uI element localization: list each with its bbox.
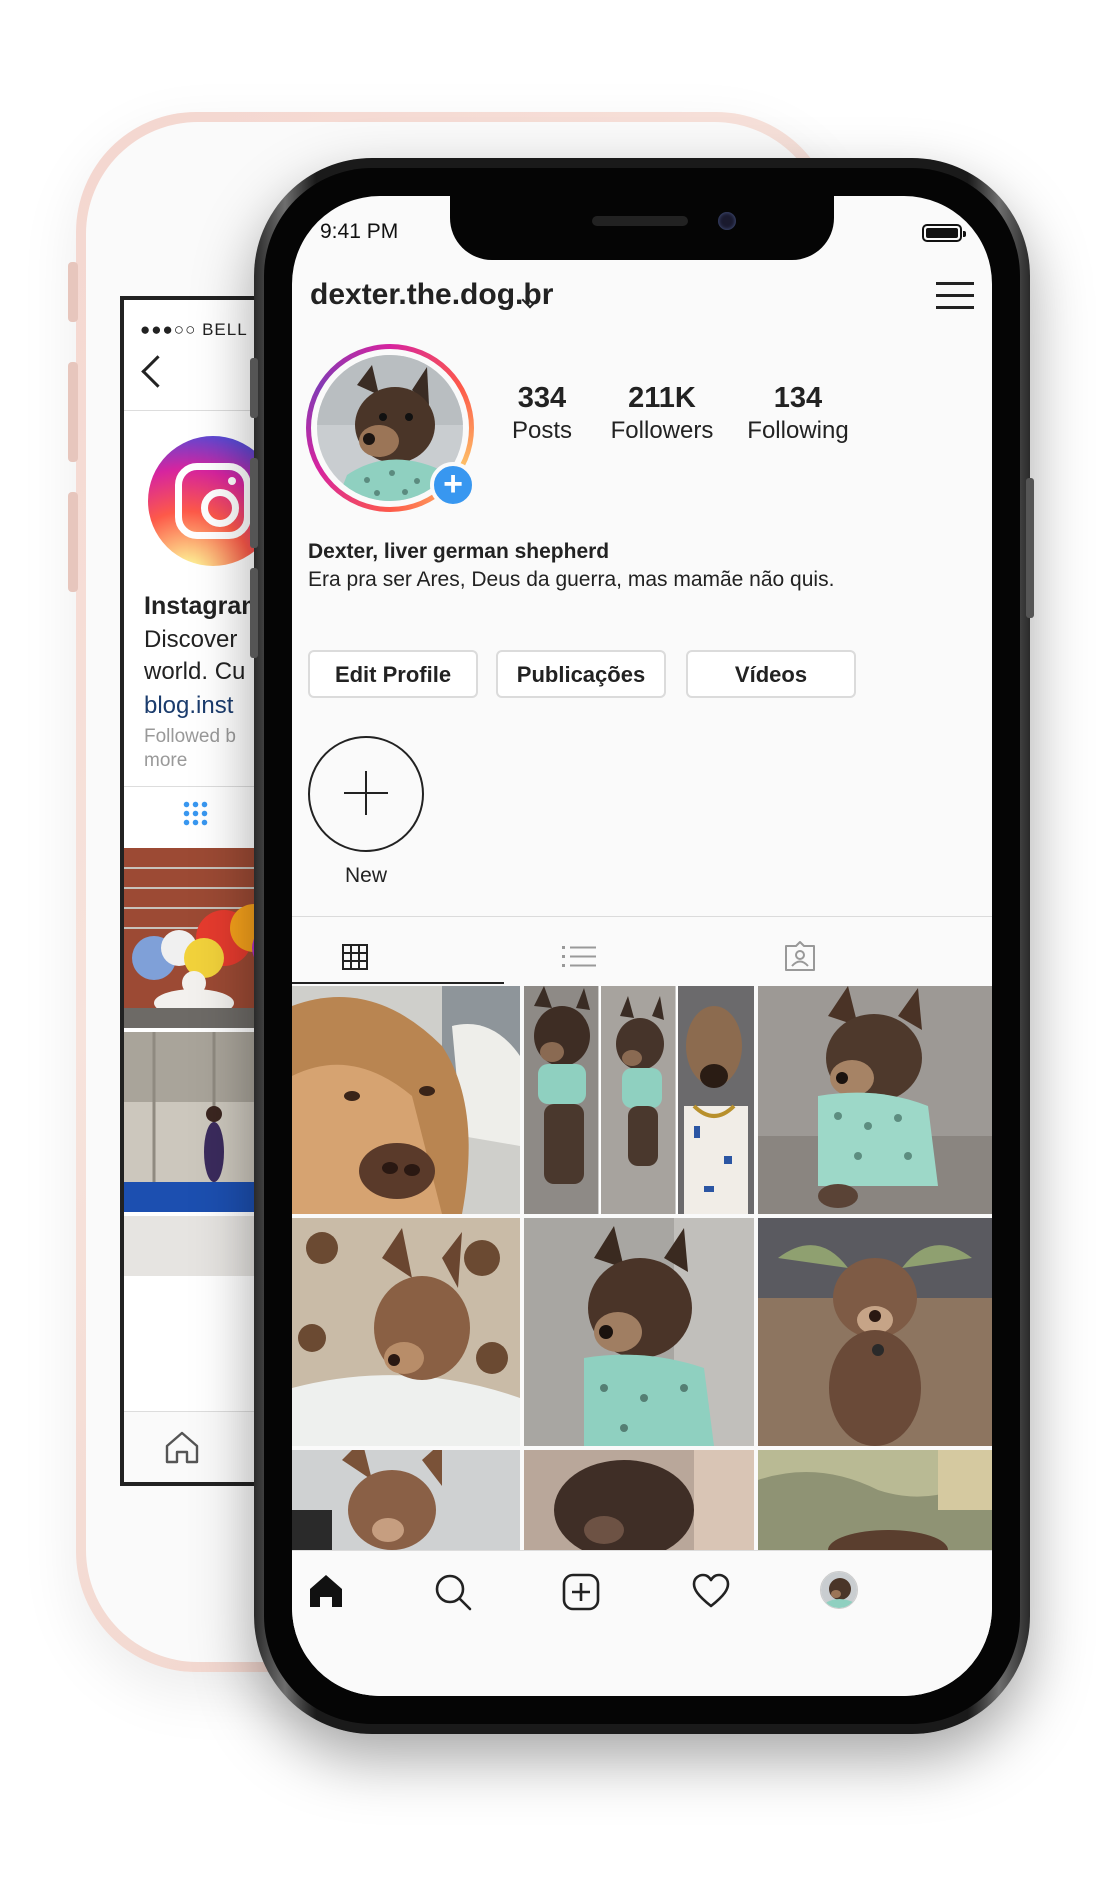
tabs-divider — [292, 916, 992, 917]
posts-label: Posts — [511, 417, 573, 444]
grid-photo[interactable] — [524, 986, 754, 1214]
phone-power-button — [1026, 478, 1034, 618]
back-home-icon[interactable] — [164, 1430, 200, 1464]
heart-icon[interactable] — [692, 1573, 730, 1609]
back-profile-name: Instagram — [144, 592, 264, 620]
bottom-nav — [292, 1550, 992, 1696]
stat-posts[interactable]: 334 Posts — [482, 382, 602, 445]
phone-notch — [450, 196, 834, 260]
phone-volume-up — [250, 458, 258, 548]
stat-followers[interactable]: 211K Followers — [602, 382, 722, 445]
following-count: 134 — [773, 382, 823, 414]
grid-photo[interactable] — [758, 986, 992, 1214]
search-icon[interactable] — [434, 1573, 472, 1611]
phone-switch — [250, 358, 258, 418]
new-highlight-button[interactable] — [308, 736, 424, 852]
grid-icon[interactable] — [342, 944, 368, 970]
grid-photo[interactable] — [292, 986, 520, 1214]
hamburger-menu-icon[interactable] — [936, 282, 974, 310]
front-phone-screen: 9:41 PM dexter.the.dog.br + 334 Posts 21… — [292, 196, 992, 1696]
speaker — [592, 216, 688, 226]
stat-following[interactable]: 134 Following — [728, 382, 868, 445]
list-icon[interactable] — [562, 944, 596, 970]
posts-count: 334 — [517, 382, 567, 414]
back-phone-volume-down — [68, 492, 78, 592]
back-status-bar: ●●●○○ BELL — [140, 320, 248, 339]
bio-name: Dexter, liver german shepherd — [308, 540, 610, 563]
following-label: Following — [747, 417, 849, 444]
profile-avatar[interactable]: + — [306, 344, 476, 512]
followers-count: 211K — [628, 382, 696, 414]
grid-icon[interactable] — [182, 800, 208, 826]
profile-avatar-icon[interactable] — [820, 1571, 858, 1609]
add-post-icon[interactable] — [562, 1573, 600, 1611]
phone-volume-down — [250, 568, 258, 658]
back-profile-description-2: world. Cu — [144, 658, 246, 685]
back-followed-by: Followed b — [144, 726, 236, 747]
back-phone-volume-up — [68, 362, 78, 462]
back-phone-switch — [68, 262, 78, 322]
bio-text: Era pra ser Ares, Deus da guerra, mas ma… — [308, 568, 835, 591]
profile-username[interactable]: dexter.the.dog.br — [310, 278, 553, 312]
grid-photo[interactable] — [292, 1218, 520, 1446]
grid-photo[interactable] — [524, 1218, 754, 1446]
tagged-icon[interactable] — [784, 940, 816, 972]
publicacoes-button[interactable]: Publicações — [496, 650, 666, 698]
grid-photo[interactable] — [758, 1450, 992, 1556]
followers-label: Followers — [610, 417, 714, 444]
back-profile-description: Discover — [144, 626, 238, 653]
add-story-plus-icon[interactable]: + — [430, 462, 476, 508]
back-chevron-icon[interactable] — [141, 355, 174, 388]
back-profile-link[interactable]: blog.inst — [144, 692, 233, 720]
grid-photo[interactable] — [524, 1450, 754, 1556]
status-time: 9:41 PM — [320, 220, 399, 243]
grid-photo[interactable] — [292, 1450, 520, 1556]
back-followed-by-more: more — [144, 750, 188, 771]
new-highlight-label: New — [344, 864, 387, 887]
videos-button[interactable]: Vídeos — [686, 650, 856, 698]
home-icon[interactable] — [308, 1573, 344, 1609]
photo-grid — [292, 984, 992, 1556]
front-camera — [718, 212, 736, 230]
grid-photo[interactable] — [758, 1218, 992, 1446]
battery-icon — [922, 224, 966, 242]
edit-profile-button[interactable]: Edit Profile — [308, 650, 478, 698]
